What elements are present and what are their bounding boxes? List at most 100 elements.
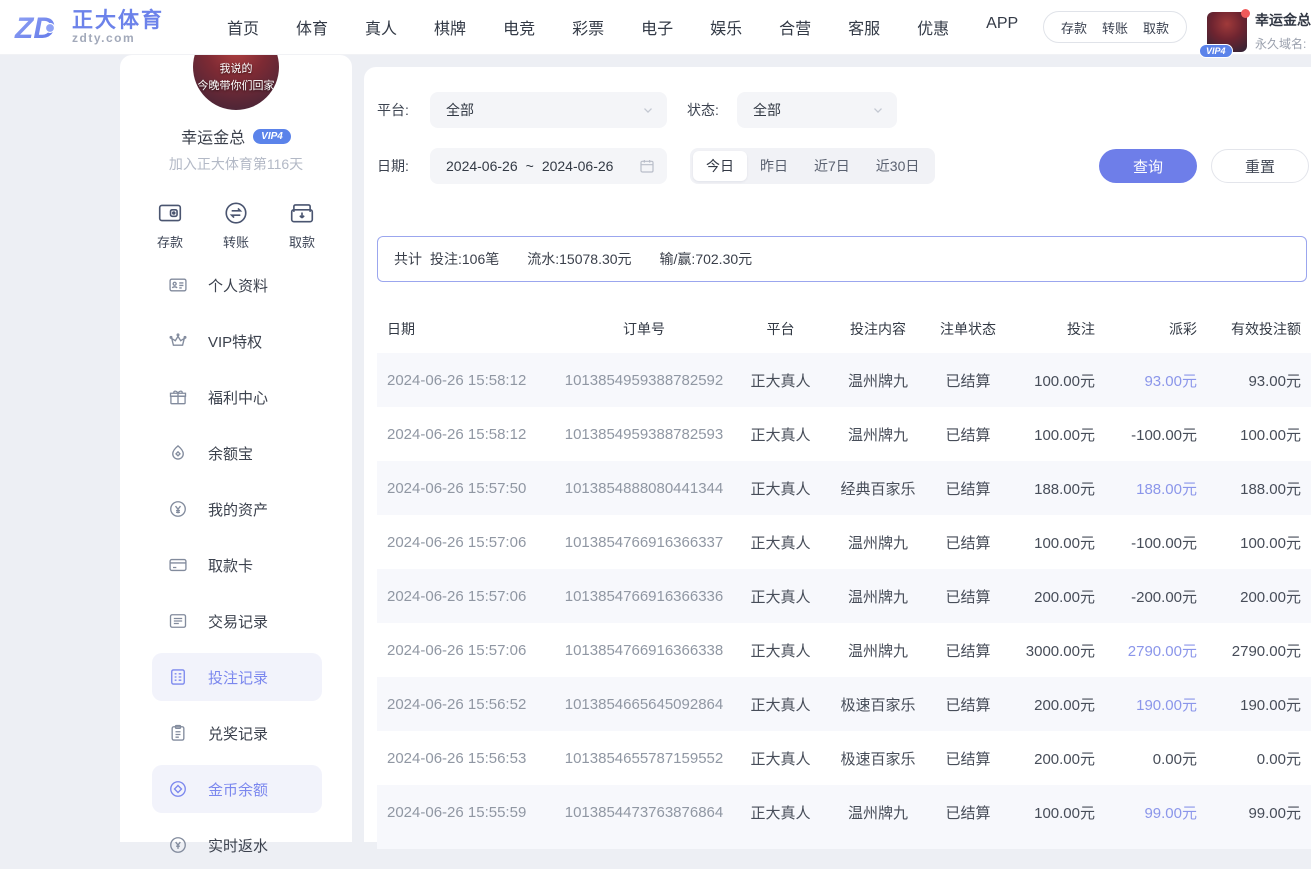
sidebar-item-label: VIP特权: [208, 331, 262, 352]
cell-order-no: 1013854655787159552: [560, 750, 728, 767]
cell-bet-content: 温州牌九: [833, 640, 923, 661]
table-row[interactable]: 2024-06-26 15:55:59 1013854473763876864 …: [377, 785, 1311, 839]
nav-item[interactable]: 娱乐: [710, 15, 742, 39]
transfer-action[interactable]: 转账: [212, 200, 260, 251]
sidebar-item-label: 实时返水: [208, 835, 268, 856]
cell-bet-amount: 188.00元: [1013, 478, 1095, 499]
status-select[interactable]: 全部: [737, 92, 897, 128]
sidebar-item-label: 金币余额: [208, 779, 268, 800]
sidebar-item-withdraw-card[interactable]: 取款卡: [152, 541, 322, 589]
cell-valid-bet: 100.00元: [1197, 424, 1301, 445]
sidebar-item-redeem-records[interactable]: 兑奖记录: [152, 709, 322, 757]
withdraw-action[interactable]: 取款: [278, 200, 326, 251]
platform-select[interactable]: 全部: [430, 92, 667, 128]
deposit-link[interactable]: 存款: [1061, 18, 1087, 37]
cell-valid-bet: 200.00元: [1197, 586, 1301, 607]
table-row[interactable]: 2024-06-26 15:57:06 1013854766916366336 …: [377, 569, 1311, 623]
nav-item[interactable]: 体育: [296, 15, 328, 39]
nav-item[interactable]: 优惠: [917, 15, 949, 39]
cell-platform: 正大真人: [728, 586, 833, 607]
join-days-text: 加入正大体育第116天: [120, 154, 352, 174]
column-header-valid-bet: 有效投注额: [1197, 319, 1301, 339]
withdraw-link[interactable]: 取款: [1143, 18, 1169, 37]
quick-range-today[interactable]: 今日: [693, 151, 747, 181]
nav-item[interactable]: 电子: [641, 15, 673, 39]
partial-next-row: [377, 839, 1311, 849]
nav-item[interactable]: 合营: [779, 15, 811, 39]
vip-badge: VIP4: [1199, 44, 1233, 58]
nav-item[interactable]: 棋牌: [434, 15, 466, 39]
nav-item[interactable]: 首页: [227, 15, 259, 39]
summary-bets: 投注:106笔: [430, 249, 499, 269]
quick-range-7days[interactable]: 近7日: [801, 151, 863, 181]
transfer-link[interactable]: 转账: [1102, 18, 1128, 37]
deposit-action-label: 存款: [146, 232, 194, 251]
table-row[interactable]: 2024-06-26 15:57:06 1013854766916366337 …: [377, 515, 1311, 569]
sidebar-item-label: 投注记录: [208, 667, 268, 688]
nav-item[interactable]: 彩票: [572, 15, 604, 39]
column-header-payout: 派彩: [1095, 319, 1197, 339]
sidebar-item-realtime-rebate[interactable]: 实时返水: [152, 821, 322, 869]
cell-bet-content: 极速百家乐: [833, 694, 923, 715]
coin-purse-icon: [168, 443, 188, 463]
cell-platform: 正大真人: [728, 532, 833, 553]
permanent-domain-label: 永久域名:: [1255, 35, 1311, 52]
id-card-icon: [168, 275, 188, 295]
table-row[interactable]: 2024-06-26 15:57:50 1013854888080441344 …: [377, 461, 1311, 515]
cell-bet-amount: 200.00元: [1013, 694, 1095, 715]
cell-date: 2024-06-26 15:56:53: [377, 750, 560, 767]
date-start-value: 2024-06-26: [446, 158, 518, 174]
cell-status: 已结算: [923, 748, 1013, 769]
sidebar-item-gold-balance[interactable]: 金币余额: [152, 765, 322, 813]
brand-domain: zdty.com: [72, 32, 164, 45]
table-header: 日期 订单号 平台 投注内容 注单状态 投注 派彩 有效投注额: [377, 305, 1311, 353]
cell-bet-amount: 100.00元: [1013, 424, 1095, 445]
quick-range-yesterday[interactable]: 昨日: [747, 151, 801, 181]
query-button[interactable]: 查询: [1099, 149, 1197, 183]
sidebar-item-vip[interactable]: VIP特权: [152, 317, 322, 365]
reset-button[interactable]: 重置: [1211, 149, 1309, 183]
brand-logo[interactable]: ZD 正大体育 zdty.com: [14, 7, 164, 47]
user-name: 幸运金总: [1255, 10, 1311, 30]
cell-date: 2024-06-26 15:55:59: [377, 804, 560, 821]
user-block[interactable]: VIP4 幸运金总 永久域名:: [1207, 2, 1311, 52]
nav-item[interactable]: 客服: [848, 15, 880, 39]
table-row[interactable]: 2024-06-26 15:57:06 1013854766916366338 …: [377, 623, 1311, 677]
table-row[interactable]: 2024-06-26 15:56:53 1013854655787159552 …: [377, 731, 1311, 785]
date-filter-label: 日期:: [377, 156, 419, 176]
sidebar-item-my-assets[interactable]: 我的资产: [152, 485, 322, 533]
sidebar-item-transaction-records[interactable]: 交易记录: [152, 597, 322, 645]
gold-coin-icon: [168, 779, 188, 799]
sidebar-item-welfare-center[interactable]: 福利中心: [152, 373, 322, 421]
table-row[interactable]: 2024-06-26 15:58:12 1013854959388782593 …: [377, 407, 1311, 461]
summary-bar: 共计 投注:106笔 流水:15078.30元 输/赢:702.30元: [377, 236, 1307, 282]
avatar-caption-line1: 我说的: [193, 61, 279, 78]
summary-total-label: 共计: [394, 249, 422, 269]
deposit-action[interactable]: 存款: [146, 200, 194, 251]
nav-item[interactable]: 真人: [365, 15, 397, 39]
cell-platform: 正大真人: [728, 370, 833, 391]
sidebar-item-personal-info[interactable]: 个人资料: [152, 261, 322, 309]
platform-filter-label: 平台:: [377, 100, 419, 120]
bank-card-icon: [168, 555, 188, 575]
sidebar-item-label: 余额宝: [208, 443, 253, 464]
main-nav: 首页 体育 真人 棋牌 电竞 彩票 电子 娱乐 合营 客服 优惠 APP: [227, 15, 1018, 39]
cell-status: 已结算: [923, 802, 1013, 823]
cell-status: 已结算: [923, 694, 1013, 715]
nav-item[interactable]: 电竞: [503, 15, 535, 39]
profile-vip-badge: VIP4: [253, 129, 291, 144]
cell-order-no: 1013854766916366336: [560, 588, 728, 605]
sidebar-item-yuebao[interactable]: 余额宝: [152, 429, 322, 477]
nav-item[interactable]: APP: [986, 15, 1018, 39]
sidebar-item-bet-records[interactable]: 投注记录: [152, 653, 322, 701]
cell-bet-content: 温州牌九: [833, 532, 923, 553]
table-row[interactable]: 2024-06-26 15:56:52 1013854665645092864 …: [377, 677, 1311, 731]
table-row[interactable]: 2024-06-26 15:58:12 1013854959388782592 …: [377, 353, 1311, 407]
gift-icon: [168, 387, 188, 407]
profile-sidebar: 我说的 今晚带你们回家 幸运金总 VIP4 加入正大体育第116天 存款 转账: [120, 55, 352, 842]
date-range-input[interactable]: 2024-06-26 ~ 2024-06-26: [430, 148, 667, 184]
quick-range-30days[interactable]: 近30日: [863, 151, 933, 181]
bet-records-panel: 平台: 全部 状态: 全部 日期: 2024-06-26 ~ 2024-06-2…: [364, 67, 1311, 842]
filter-row-1: 平台: 全部 状态: 全部: [377, 92, 1311, 128]
cell-status: 已结算: [923, 424, 1013, 445]
